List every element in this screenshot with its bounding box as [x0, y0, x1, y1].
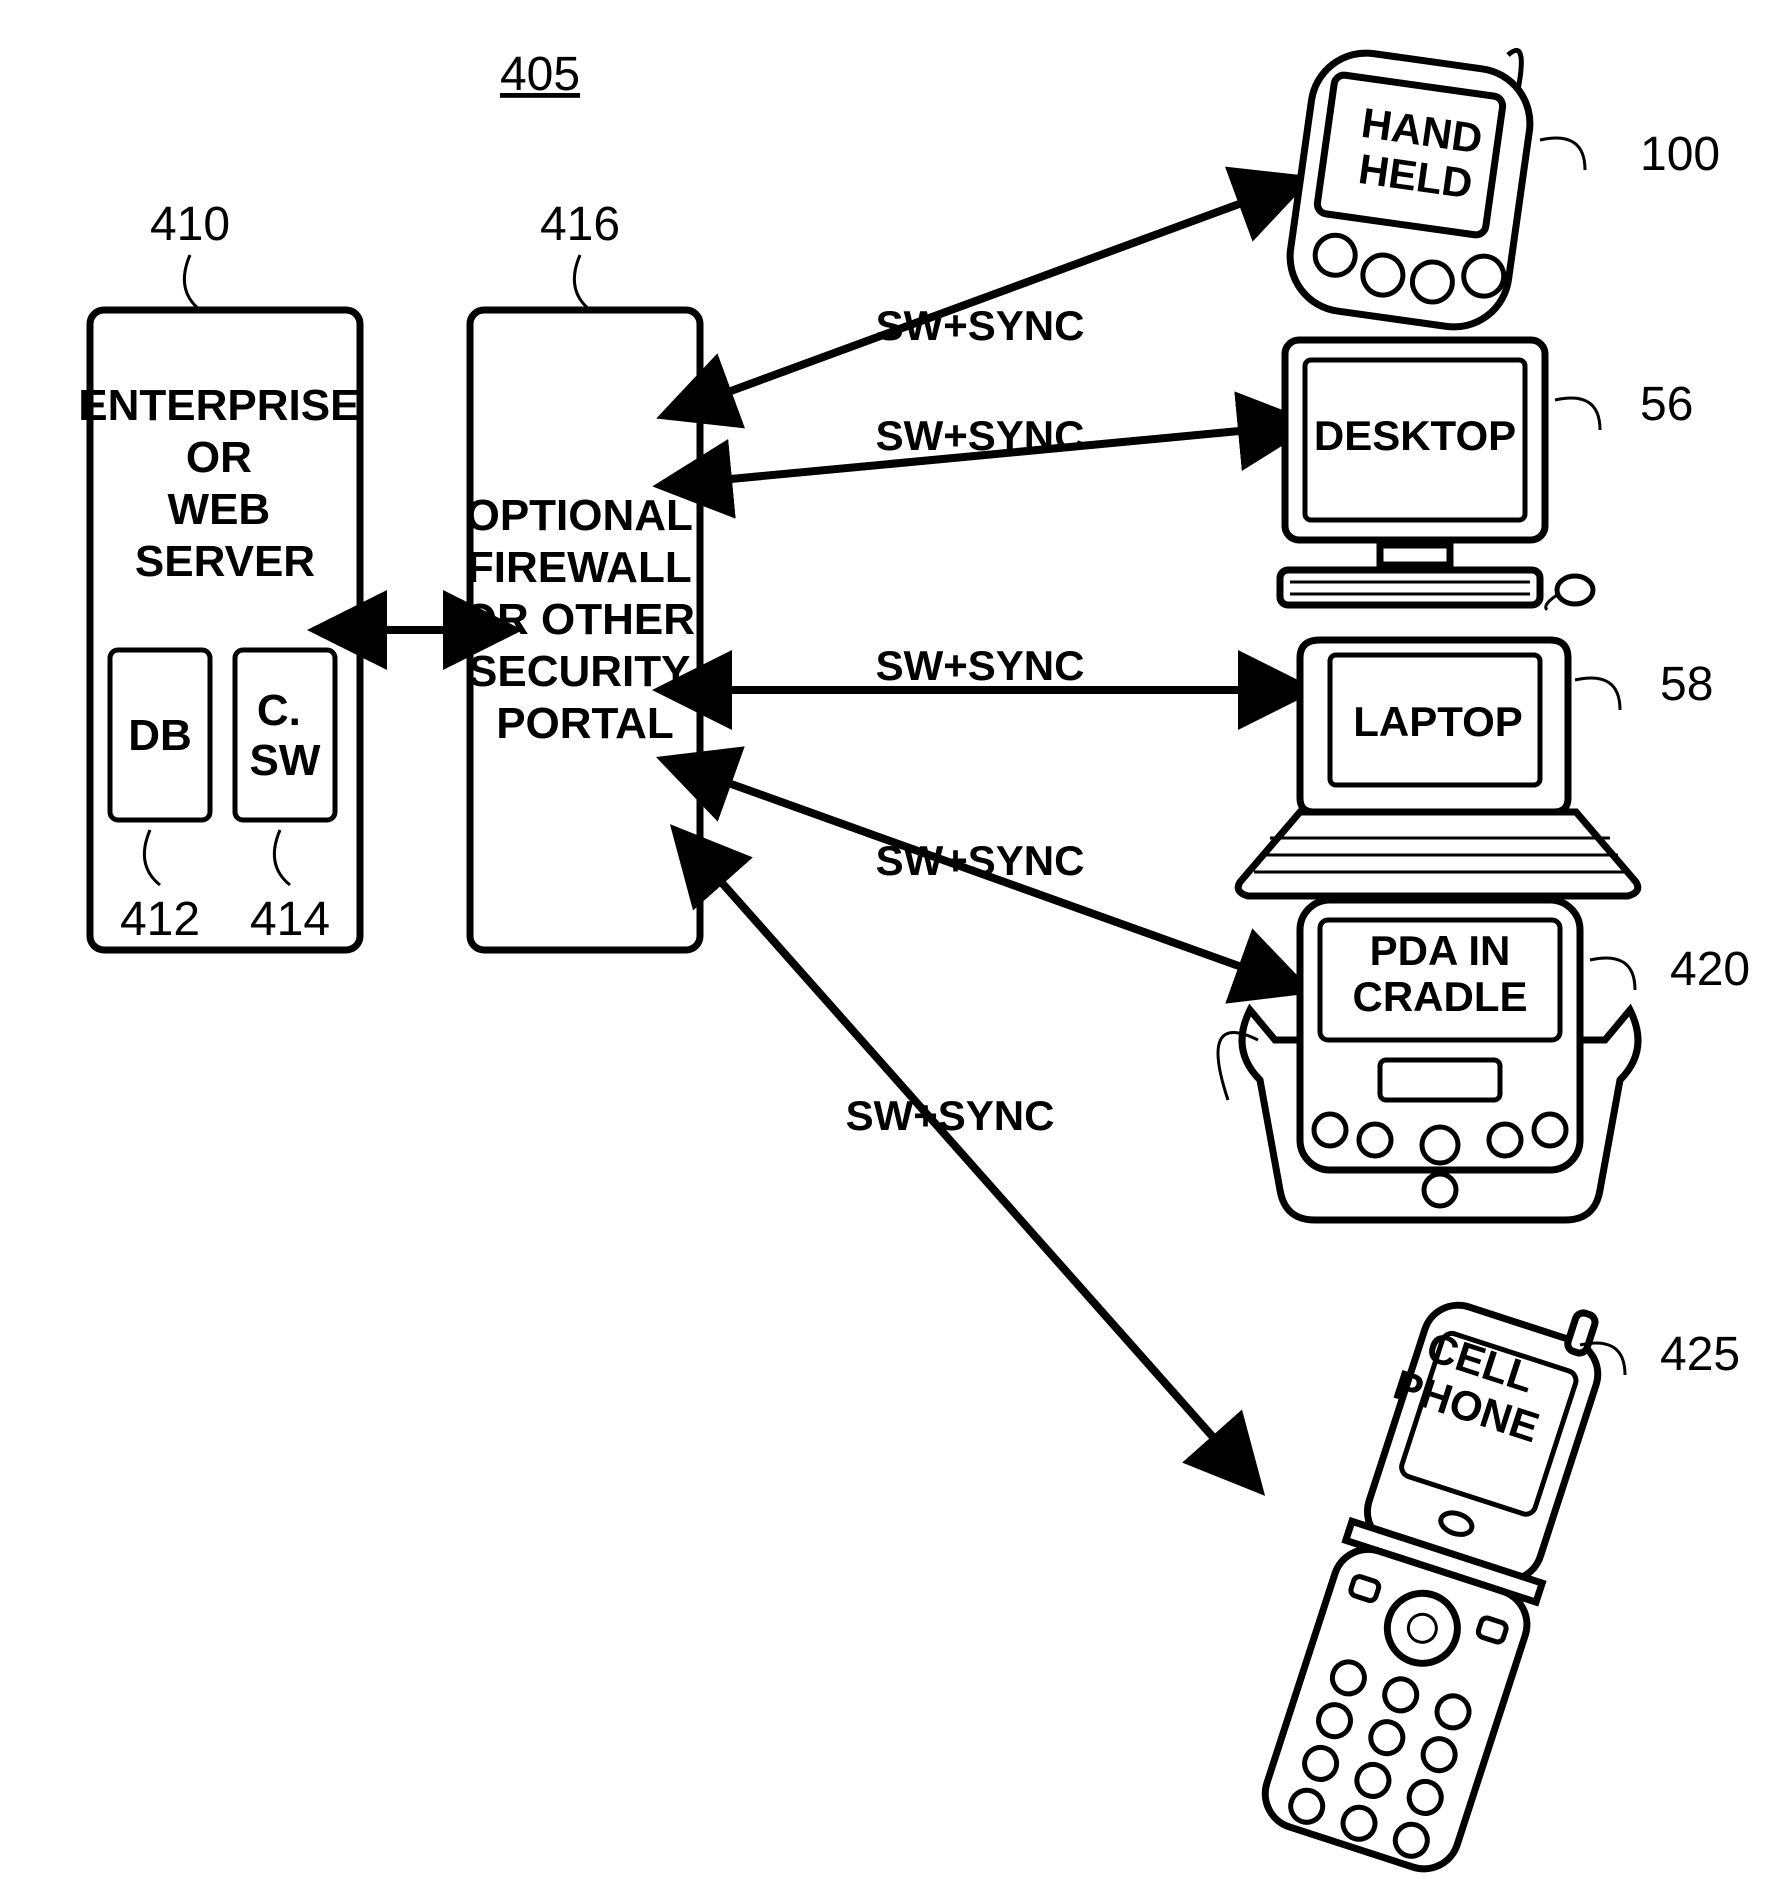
- svg-text:C. SW: C. SW: [250, 686, 321, 785]
- svg-text:OPTIONAL FIREWALL OR O: OPTIONAL FIREWALL OR OTHER SECURITY PORT…: [463, 491, 707, 748]
- sync-label: SW+SYNC: [876, 302, 1085, 349]
- server-ref: 410: [150, 198, 230, 251]
- edge-cell: SW+SYNC: [715, 875, 1220, 1445]
- edge-pda: SW+SYNC: [720, 780, 1250, 970]
- sync-label: SW+SYNC: [846, 1092, 1055, 1139]
- server-db-label: DB: [128, 711, 192, 760]
- sync-label: SW+SYNC: [876, 837, 1085, 884]
- server-csw-ref: 414: [250, 893, 330, 946]
- edge-handheld: SW+SYNC: [720, 200, 1250, 395]
- server-block: 410 ENTERPRISE OR WEB SERVER ENTERPRISE …: [0, 0, 372, 950]
- desktop-icon: [1280, 340, 1593, 610]
- svg-text:HANDHELD: HANDHELD: [1352, 99, 1485, 208]
- figure-ref: 405: [500, 48, 580, 101]
- sync-label: SW+SYNC: [876, 412, 1085, 459]
- firewall-ref: 416: [540, 198, 620, 251]
- server-db-ref: 412: [120, 893, 200, 946]
- laptop-label: LAPTOP: [1353, 698, 1523, 745]
- svg-text:PDA INCRADLE: PDA INCRADLE: [1353, 927, 1528, 1020]
- device-laptop: LAPTOP 58: [1238, 640, 1713, 896]
- pda-ref: 420: [1670, 943, 1750, 996]
- cell-ref: 425: [1660, 1328, 1740, 1381]
- edge-desktop: SW+SYNC: [720, 412, 1250, 480]
- handheld-ref: 100: [1640, 128, 1720, 181]
- device-handheld: HANDHELD HAND HELD 100: [0, 0, 1720, 334]
- sync-label: SW+SYNC: [876, 642, 1085, 689]
- desktop-label: DESKTOP: [1314, 412, 1516, 459]
- edge-laptop: SW+SYNC: [720, 642, 1250, 690]
- laptop-ref: 58: [1660, 658, 1713, 711]
- system-diagram: 405 410 ENTERPRISE OR WEB SERVER ENTERPR…: [0, 0, 1781, 1879]
- device-desktop: DESKTOP 56: [1280, 340, 1693, 610]
- desktop-ref: 56: [1640, 378, 1693, 431]
